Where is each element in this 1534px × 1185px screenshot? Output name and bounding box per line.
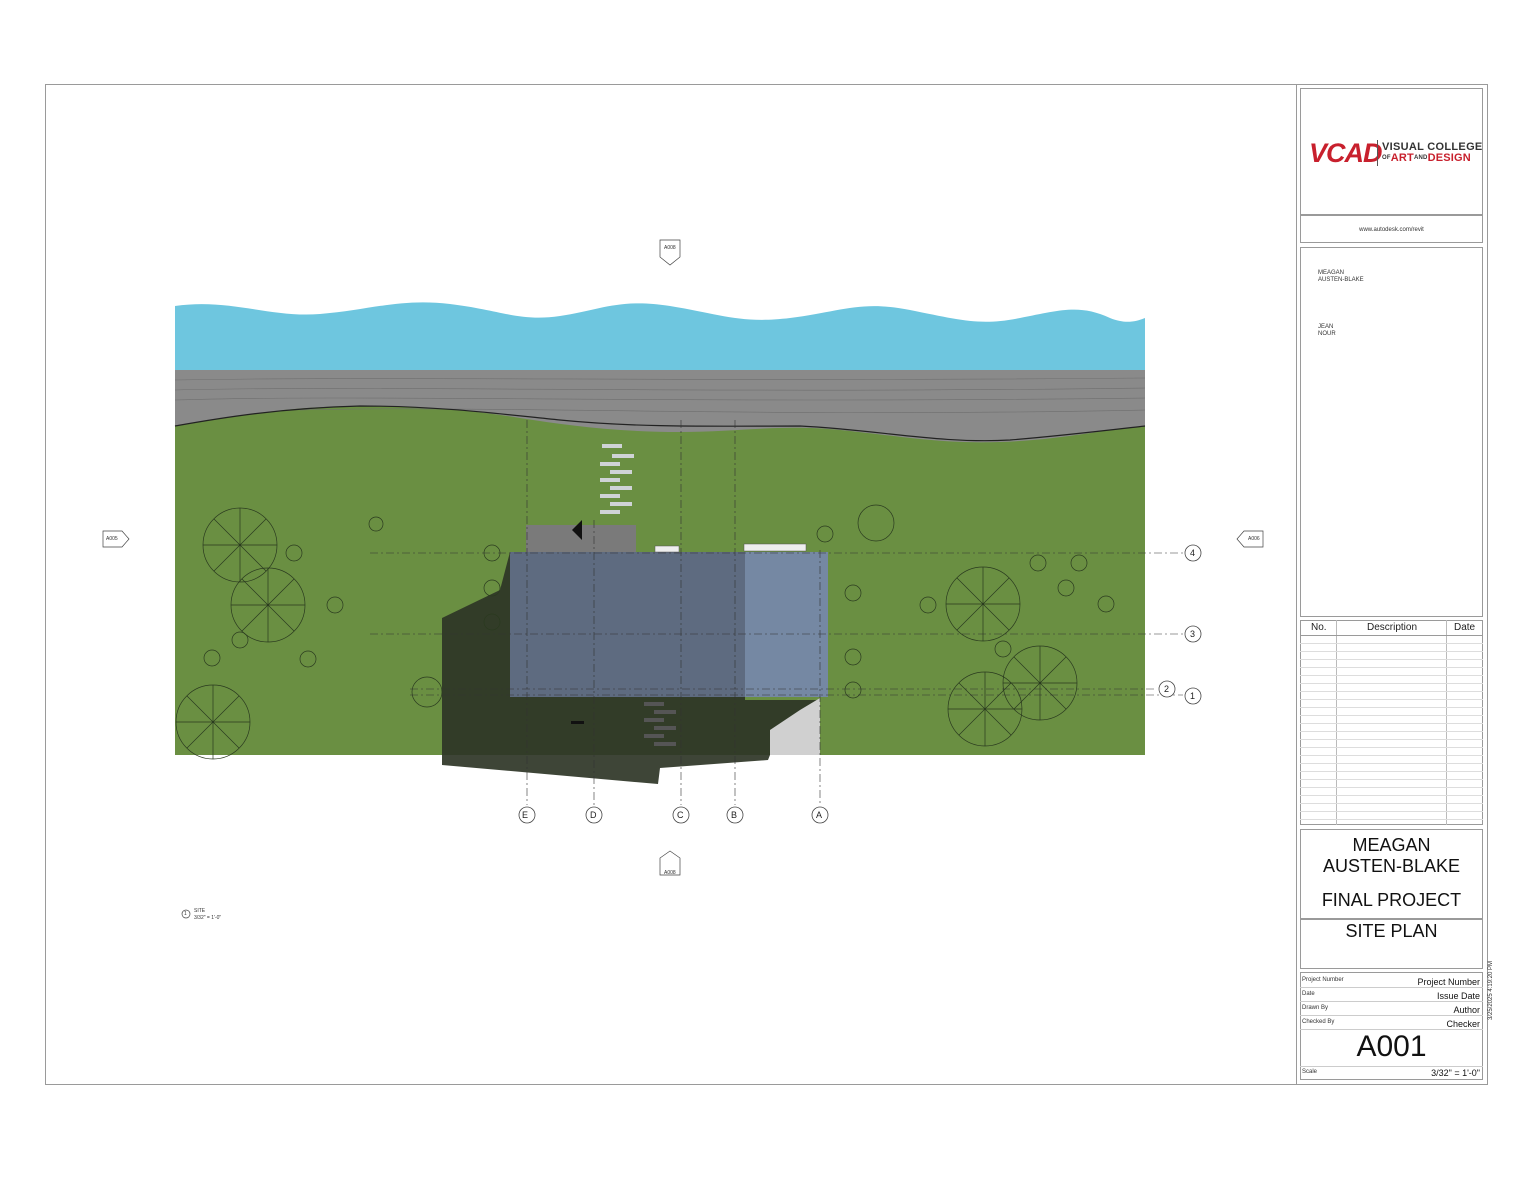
date-label: Date [1302, 991, 1315, 997]
checked-by-value: Checker [1446, 1019, 1480, 1029]
logo-line-2: OFARTANDDESIGN [1382, 152, 1471, 164]
grid-label-c: C [677, 810, 684, 820]
consultant-name-1: JEAN [1318, 324, 1334, 330]
grid-label-d: D [590, 810, 597, 820]
vcad-logo-mark: VCAD [1309, 138, 1383, 168]
drawn-by-label: Drawn By [1302, 1005, 1329, 1011]
grid-label-2: 2 [1164, 684, 1170, 694]
building-roof-light [745, 552, 828, 697]
date-value: Issue Date [1436, 991, 1480, 1001]
grid-label-e: E [522, 810, 529, 820]
project-number-value: Project Number [1417, 977, 1480, 987]
project-number-label: Project Number [1302, 977, 1344, 983]
view-name[interactable]: SITE [194, 908, 205, 914]
elevation-tag-bottom[interactable]: A008 [664, 870, 676, 876]
client-name-1: MEAGAN [1318, 270, 1345, 276]
drawn-by-value: Author [1453, 1005, 1480, 1015]
revision-col-no: No. [1311, 622, 1327, 633]
print-timestamp: 3/25/2025 4:19:20 PM [1488, 960, 1494, 1020]
revision-col-date: Date [1454, 622, 1476, 633]
checked-by-label: Checked By [1302, 1019, 1335, 1025]
elevation-tag-left[interactable]: A005 [106, 536, 118, 542]
grid-label-a: A [816, 810, 823, 820]
view-number: 1 [184, 911, 187, 917]
grid-label-4: 4 [1190, 548, 1196, 558]
view-scale: 3/32" = 1'-0" [194, 915, 222, 921]
sheet-number: A001 [1356, 1030, 1427, 1063]
grid-label-b: B [731, 810, 738, 820]
grid-label-1: 1 [1190, 691, 1196, 701]
project-owner-line-2: AUSTEN-BLAKE [1322, 856, 1461, 876]
grid-label-3: 3 [1190, 629, 1196, 639]
website-link[interactable]: www.autodesk.com/revit [1300, 227, 1483, 234]
project-owner-line-1: MEAGAN [1352, 835, 1431, 855]
water-area [175, 302, 1145, 370]
sheet-title: SITE PLAN [1345, 921, 1438, 941]
elevation-tag-top[interactable]: A008 [664, 245, 676, 251]
revision-col-description: Description [1367, 622, 1418, 633]
scale-label: Scale [1302, 1069, 1318, 1075]
elevation-tag-right[interactable]: A006 [1248, 536, 1260, 542]
client-name-2: AUSTEN-BLAKE [1318, 277, 1364, 283]
consultant-name-2: NOUR [1318, 331, 1336, 337]
project-title: FINAL PROJECT [1321, 890, 1462, 910]
consultants-box [1300, 247, 1483, 617]
scale-value: 3/32" = 1'-0" [1431, 1068, 1480, 1078]
logo-divider [1377, 140, 1378, 166]
building-roof-dark [510, 552, 745, 697]
